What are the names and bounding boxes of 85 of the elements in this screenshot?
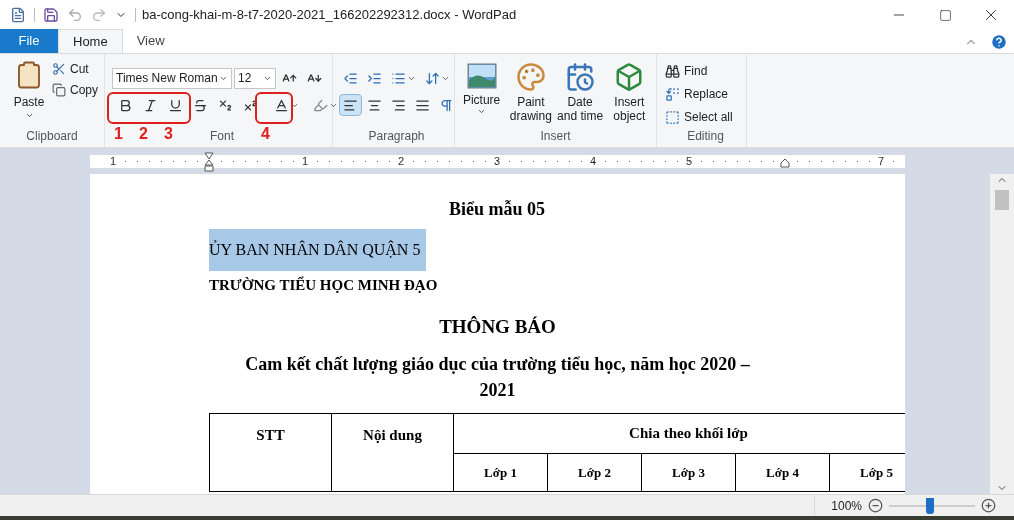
scrollbar-thumb[interactable] xyxy=(995,190,1009,210)
ribbon-tab[interactable]: View xyxy=(122,29,179,53)
table-header-cell: Lớp 3 xyxy=(641,453,736,492)
cube-icon xyxy=(614,62,645,92)
authority-name: ỦY BAN NHÂN DÂN QUẬN 5 xyxy=(209,229,427,271)
insert-datetime-button[interactable]: Date and time xyxy=(556,62,605,123)
group-label: Clipboard xyxy=(26,128,78,145)
ruler-number: 1 xyxy=(110,153,117,169)
zoom-level: 100% xyxy=(831,497,862,515)
annotation-frame xyxy=(255,92,293,124)
scissors-icon xyxy=(52,62,66,76)
save-icon[interactable] xyxy=(43,7,59,23)
ruler-number: 2 xyxy=(398,153,405,169)
superscript-icon xyxy=(243,97,258,113)
zoom-in-icon[interactable] xyxy=(981,498,996,513)
form-number: Biểu mẫu 05 xyxy=(448,198,546,221)
decrease-indent-icon xyxy=(343,70,358,86)
ruler-number: 1 xyxy=(302,153,309,169)
align-left-button[interactable] xyxy=(339,94,362,116)
calendar-clock-icon xyxy=(565,62,596,92)
notice-subtitle: Cam kết chất lượng giáo dục của trường tiểu học, năm học 2020 – 2021 xyxy=(244,353,751,402)
notice-heading: THÔNG BÁO xyxy=(438,314,557,339)
replace-icon xyxy=(665,86,680,102)
paragraph-icon xyxy=(439,97,454,113)
table-header-cell: Lớp 4 xyxy=(735,453,830,492)
selectall-button[interactable]: Select all xyxy=(665,108,746,126)
increase-indent-icon xyxy=(367,70,382,86)
table-header-cell: Nội dung xyxy=(331,413,454,492)
highlight-icon xyxy=(313,97,328,113)
school-name: TRƯỜNG TIỂU HỌC MINH ĐẠO xyxy=(209,275,439,295)
annotation-number: 4 xyxy=(261,124,270,144)
bold-icon xyxy=(118,97,133,113)
ruler-number: 4 xyxy=(590,153,597,169)
zoom-slider[interactable] xyxy=(889,497,975,514)
indent-marker[interactable] xyxy=(204,151,214,172)
font-color-icon xyxy=(274,97,289,113)
table-header-cell: Lớp 2 xyxy=(547,453,642,492)
copy-button[interactable]: Copy xyxy=(52,81,98,99)
maximize-icon[interactable] xyxy=(938,8,952,22)
file-tab[interactable]: File xyxy=(0,29,58,53)
ruler-number: 7 xyxy=(878,153,885,169)
bullet-list-icon xyxy=(391,70,406,86)
align-justify-icon xyxy=(415,97,430,113)
line-spacing-icon xyxy=(425,70,440,86)
annotation-number: 3 xyxy=(164,124,173,144)
align-right-icon xyxy=(391,97,406,113)
ribbon-tab[interactable]: Home xyxy=(58,29,123,53)
ruler-number: 3 xyxy=(494,153,501,169)
annotation-number: 1 xyxy=(114,124,123,144)
copy-icon xyxy=(52,83,66,97)
window-title: ba-cong-khai-m-8-t7-2020-2021_166202292312.docx - WordPad xyxy=(142,6,517,25)
annotation-number: 2 xyxy=(139,124,148,144)
zoom-out-icon[interactable] xyxy=(868,498,883,513)
table-header-cell: Chia theo khối lớp xyxy=(453,413,905,454)
insert-paint-button[interactable]: Paint drawing xyxy=(506,62,555,123)
cut-button[interactable]: Cut xyxy=(52,60,98,78)
font-family-dropdown[interactable]: Times New Roman xyxy=(112,67,232,89)
find-button[interactable]: Find xyxy=(665,62,746,80)
wordpad-icon xyxy=(10,7,26,23)
binoculars-icon xyxy=(665,63,680,79)
table-header-cell: STT xyxy=(209,413,332,492)
landscape-icon xyxy=(466,62,497,90)
replace-button[interactable]: Replace xyxy=(665,85,746,103)
underline-icon xyxy=(168,97,183,113)
select-all-icon xyxy=(665,109,680,125)
subscript-icon xyxy=(218,97,233,113)
help-icon[interactable] xyxy=(990,33,1008,51)
table-header-cell: Lớp 1 xyxy=(453,453,548,492)
group-label: Paragraph xyxy=(368,128,425,145)
insert-object-button[interactable]: Insert object xyxy=(605,62,654,123)
align-left-icon xyxy=(343,97,358,113)
italic-icon xyxy=(143,97,158,113)
caret-icon xyxy=(477,107,487,116)
strikethrough-icon xyxy=(193,97,208,113)
palette-icon xyxy=(515,62,546,92)
insert-picture-button[interactable]: Picture xyxy=(457,62,506,123)
right-indent-marker[interactable] xyxy=(780,157,790,168)
font-size-dropdown[interactable]: 12 xyxy=(234,67,276,89)
align-center-icon xyxy=(367,97,382,113)
group-label: Insert xyxy=(540,128,571,145)
paste-button[interactable]: Paste xyxy=(10,60,48,120)
group-label: Font xyxy=(210,128,234,145)
ruler-number: 5 xyxy=(686,153,693,169)
caret-icon xyxy=(24,111,34,120)
group-label: Editing xyxy=(687,128,724,145)
